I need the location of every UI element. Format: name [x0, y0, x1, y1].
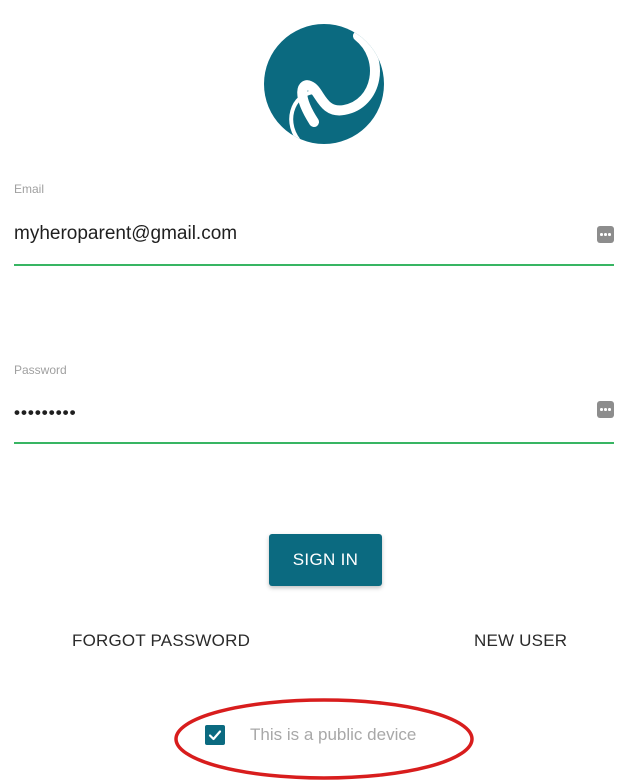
password-input[interactable]: ••••••••• [14, 399, 574, 427]
email-underline [14, 264, 614, 266]
sign-in-button[interactable]: SIGN IN [269, 534, 382, 586]
email-input[interactable] [14, 220, 574, 248]
public-device-label: This is a public device [250, 725, 417, 744]
password-field-group: Password ••••••••• [14, 361, 614, 453]
password-manager-key-icon[interactable] [597, 226, 614, 243]
new-user-link[interactable]: NEW USER [474, 631, 567, 651]
public-device-checkbox-row[interactable]: This is a public device [205, 725, 416, 745]
email-field-group: Email [14, 180, 614, 272]
public-device-checkbox[interactable] [205, 725, 225, 745]
email-label: Email [14, 182, 45, 196]
hero-logo-icon [264, 24, 384, 144]
checkmark-icon [208, 730, 222, 741]
password-manager-key-icon[interactable] [597, 401, 614, 418]
forgot-password-link[interactable]: FORGOT PASSWORD [72, 631, 250, 651]
password-label: Password [14, 363, 67, 377]
password-underline [14, 442, 614, 444]
